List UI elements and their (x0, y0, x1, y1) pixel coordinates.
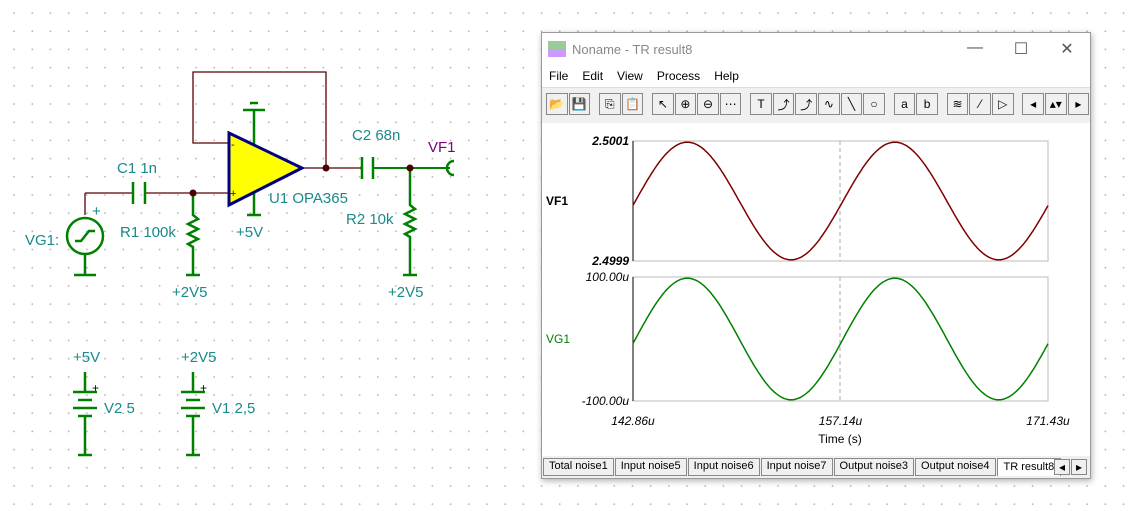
zoom-100-icon[interactable]: ⊖ (697, 93, 719, 115)
pointer-icon[interactable]: ↖ (652, 93, 674, 115)
maximize-button[interactable]: ☐ (998, 39, 1044, 59)
cursor-a-icon[interactable]: a (893, 93, 916, 115)
y-tick-label: 100.00u (586, 270, 630, 284)
v1-plus: + (200, 381, 207, 395)
vg1-plus: + (92, 203, 101, 220)
opamp-plus: + (230, 188, 236, 200)
u1-supply-label: +5V (236, 224, 263, 241)
save-icon[interactable]: 💾 (568, 93, 591, 115)
legend-icon[interactable]: ∿ (818, 93, 840, 115)
r1-label[interactable]: R1 100k (120, 224, 176, 241)
line-icon[interactable]: ╲ (840, 93, 863, 115)
trace-label-vf1: VF1 (546, 194, 568, 208)
tab-total-noise1[interactable]: Total noise1 (543, 458, 614, 476)
label-curve-icon[interactable]: ⤴ (772, 93, 795, 115)
tr-result-window[interactable]: Noname - TR result8 — ☐ ✕ File Edit View… (541, 32, 1091, 479)
grid-icon[interactable]: ⋯ (719, 93, 742, 115)
c2-label[interactable]: C2 68n (352, 127, 400, 144)
zoom-in-icon[interactable]: ⊕ (674, 93, 697, 115)
x-tick-label: 171.43u (1026, 414, 1070, 428)
trace-vg1 (632, 277, 1049, 401)
flag-icon[interactable]: ▷ (991, 93, 1014, 115)
r2-label[interactable]: R2 10k (346, 211, 394, 228)
menu-bar: File Edit View Process Help (542, 65, 1090, 87)
tab-output-noise4[interactable]: Output noise4 (915, 458, 996, 476)
tab-input-noise5[interactable]: Input noise5 (614, 458, 687, 476)
label-query-icon[interactable]: ⤴ (795, 93, 818, 115)
v1-label[interactable]: V1 2,5 (212, 400, 255, 417)
x-tick-label: 157.14u (819, 414, 863, 428)
x-tick-label: 142.86u (611, 414, 655, 428)
menu-view[interactable]: View (610, 69, 650, 83)
r2-ref-label: +2V5 (388, 284, 423, 301)
app-icon (548, 41, 566, 57)
menu-help[interactable]: Help (707, 69, 746, 83)
open-icon[interactable]: 📂 (546, 93, 568, 115)
copy-icon[interactable]: ⎘ (599, 93, 621, 115)
waves-icon[interactable]: ≋ (946, 93, 969, 115)
v2-plus: + (92, 381, 99, 395)
tab-output-noise3[interactable]: Output noise3 (833, 458, 915, 476)
plot-area[interactable]: 2.5001 2.4999 VF1 100.00u -100.00u VG1 142.86u… (542, 123, 1090, 456)
opamp-minus: - (231, 139, 235, 151)
y-tick-label: 2.4999 (591, 254, 629, 268)
v1-node-label: +2V5 (181, 349, 216, 366)
tab-input-noise7[interactable]: Input noise7 (760, 458, 833, 476)
title-bar[interactable]: Noname - TR result8 — ☐ ✕ (542, 33, 1090, 65)
ellipse-icon[interactable]: ○ (863, 93, 885, 115)
v2-node-label: +5V (73, 349, 100, 366)
vg1-label[interactable]: VG1: (25, 232, 59, 249)
menu-process[interactable]: Process (650, 69, 707, 83)
tab-scroll-left-icon[interactable]: ◂ (1054, 459, 1070, 475)
menu-file[interactable]: File (542, 69, 575, 83)
schematic[interactable]: - + + + + C1 1n R1 100k VG1: U1 OPA365 +… (0, 0, 540, 511)
v2-label[interactable]: V2 5 (104, 400, 135, 417)
scroll-updown-icon[interactable]: ▴▾ (1044, 93, 1067, 115)
text-icon[interactable]: T (750, 93, 772, 115)
scroll-left-icon[interactable]: ◂ (1022, 93, 1044, 115)
r1-ref-label: +2V5 (172, 284, 207, 301)
result-tabs: Total noise1 Input noise5 Input noise6 Inpu… (542, 458, 1062, 476)
toolbar: 📂 💾 ⎘ 📋 ↖ ⊕ ⊖ ⋯ T ⤴ ⤴ ∿ ╲ ○ a b ≋ ⁄ ▷ ◂ ▴▾ ▸ (542, 87, 1090, 120)
close-button[interactable]: ✕ (1044, 39, 1090, 59)
y-tick-label: -100.00u (582, 394, 630, 408)
menu-edit[interactable]: Edit (575, 69, 610, 83)
minimize-button[interactable]: — (952, 39, 998, 59)
y-tick-label: 2.5001 (591, 134, 629, 148)
scroll-right-icon[interactable]: ▸ (1067, 93, 1090, 115)
paste-icon[interactable]: 📋 (621, 93, 644, 115)
probe-icon[interactable]: ⁄ (969, 93, 991, 115)
cursor-b-icon[interactable]: b (916, 93, 938, 115)
tab-scroll: ◂ ▸ (1054, 459, 1088, 475)
u1-label[interactable]: U1 OPA365 (269, 190, 348, 207)
c1-label[interactable]: C1 1n (117, 160, 157, 177)
tab-scroll-right-icon[interactable]: ▸ (1071, 459, 1087, 475)
x-axis-label: Time (s) (818, 432, 862, 446)
trace-label-vg1: VG1 (546, 332, 570, 346)
tab-input-noise6[interactable]: Input noise6 (687, 458, 760, 476)
window-title: Noname - TR result8 (572, 41, 693, 57)
vf1-label[interactable]: VF1 (428, 139, 456, 156)
tab-tr-result8[interactable]: TR result8 (996, 458, 1062, 476)
